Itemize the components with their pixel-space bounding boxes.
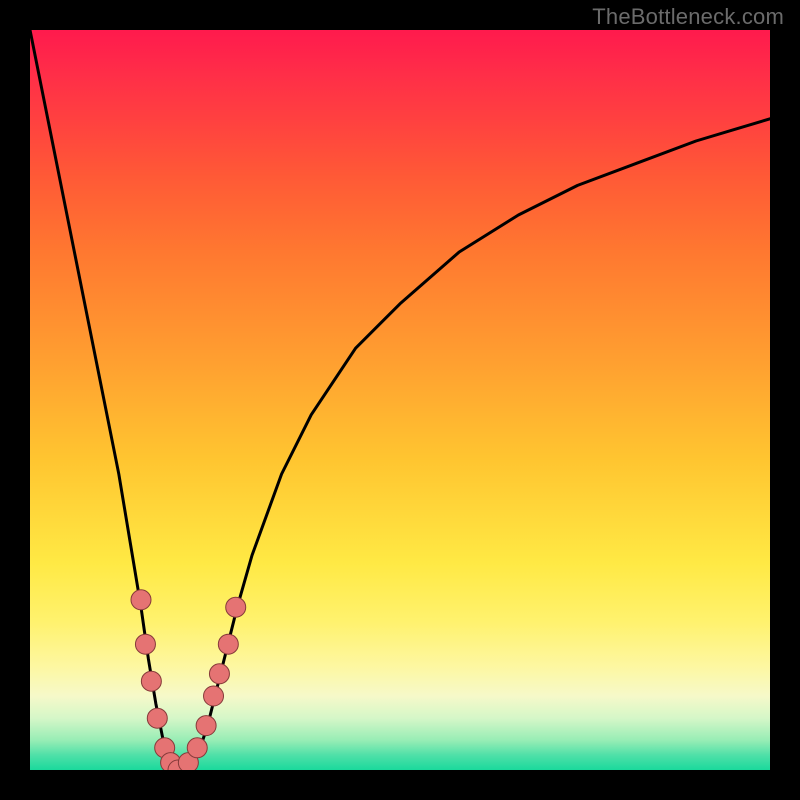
data-dot	[226, 597, 246, 617]
bottleneck-chart	[30, 30, 770, 770]
watermark-text: TheBottleneck.com	[592, 4, 784, 30]
data-dot	[218, 634, 238, 654]
data-dot	[147, 708, 167, 728]
data-dot	[187, 738, 207, 758]
data-dot	[209, 664, 229, 684]
data-dot	[141, 671, 161, 691]
data-dot	[196, 716, 216, 736]
data-dot	[135, 634, 155, 654]
data-dot	[204, 686, 224, 706]
curve-path	[30, 30, 770, 770]
chart-frame: TheBottleneck.com	[0, 0, 800, 800]
data-dot	[131, 590, 151, 610]
plot-area	[30, 30, 770, 770]
